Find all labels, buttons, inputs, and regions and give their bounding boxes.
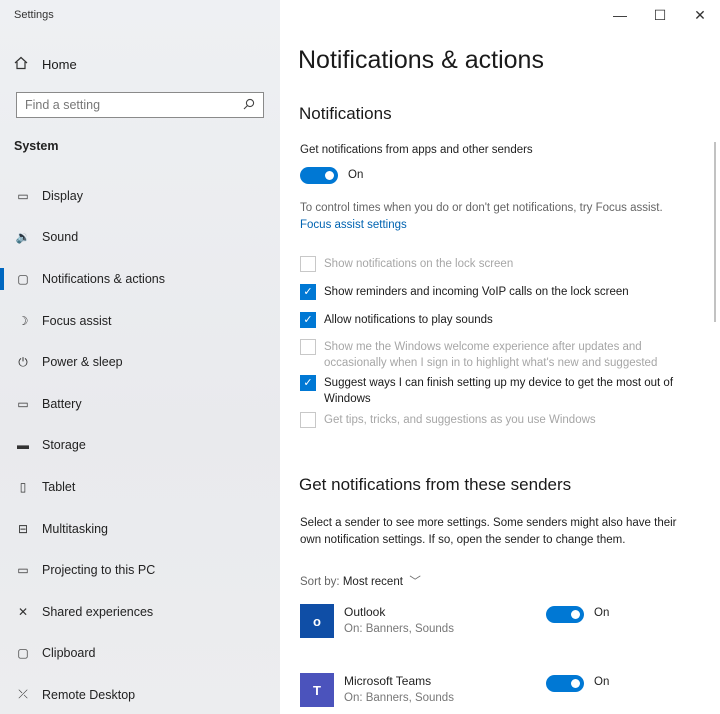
sender-status: On: Banners, Sounds [344,623,454,635]
sidebar-item-power-sleep[interactable]: ⏻ Power & sleep [0,341,280,383]
sender-outlook[interactable]: o Outlook On: Banners, Sounds On [300,602,700,642]
notification-option: Show notifications on the lock screen [300,256,690,272]
checkbox-checked[interactable]: ✓ [300,312,316,328]
search-input[interactable]: Find a setting [16,92,264,118]
home-icon [14,56,34,73]
sidebar: Settings Home Find a setting System ▭ Dis… [0,0,280,714]
focus-assist-hint: To control times when you do or don't ge… [300,202,663,214]
sidebar-item-label: Projecting to this PC [42,563,156,578]
notification-option: Get tips, tricks, and suggestions as you… [300,412,690,428]
checkbox-label: Suggest ways I can finish setting up my … [324,377,674,405]
sidebar-item-label: Storage [42,438,86,453]
multitasking-icon: ⊟ [17,521,29,536]
main-panel: — ☐ ✕ Notifications & actions Notificati… [280,0,720,714]
notifications-heading: Notifications [299,104,392,123]
get-notifications-label: Get notifications from apps and other se… [300,144,533,156]
projector-icon: ▭ [17,563,29,578]
notification-option: Show me the Windows welcome experience a… [300,339,690,371]
sender-toggle[interactable] [546,675,584,692]
sidebar-item-projecting-to-this-pc[interactable]: ▭ Projecting to this PC [0,549,280,591]
maximize-button[interactable]: ☐ [640,0,680,30]
sidebar-item-storage[interactable]: ▬ Storage [0,425,280,467]
power-icon: ⏻ [18,354,28,369]
checkbox-label: Allow notifications to play sounds [324,314,493,326]
sidebar-item-notifications-actions[interactable]: ▢ Notifications & actions [0,258,280,300]
home-nav-item[interactable]: Home [14,56,77,73]
home-label: Home [42,57,77,72]
checkbox-label: Get tips, tricks, and suggestions as you… [324,414,596,426]
sender-name: Outlook [344,605,386,619]
sidebar-item-label: Tablet [42,479,76,494]
sidebar-item-label: Remote Desktop [42,687,136,702]
remote-desktop-icon: ⤫ [18,687,28,702]
sidebar-item-battery[interactable]: ▭ Battery [0,383,280,425]
sender-toggle[interactable] [546,606,584,623]
senders-description: Select a sender to see more settings. So… [300,517,677,546]
sidebar-item-display[interactable]: ▭ Display [0,175,280,217]
sort-by-dropdown[interactable]: Sort by: Most recent ﹀ [300,573,421,589]
sidebar-item-label: Notifications & actions [42,271,165,286]
get-notifications-state: On [348,169,364,181]
senders-heading: Get notifications from these senders [299,475,572,494]
sidebar-item-sound[interactable]: 🔉 Sound [0,217,280,259]
sidebar-item-remote-desktop[interactable]: ⤫ Remote Desktop [0,674,280,714]
sidebar-item-label: Multitasking [42,521,108,536]
sort-by-label: Sort by: [300,576,340,588]
shared-icon: ✕ [17,604,29,619]
speaker-icon: 🔉 [15,230,31,245]
microsoft-teams-logo-icon: T [300,673,334,707]
sidebar-item-label: Sound [42,230,79,245]
search-placeholder: Find a setting [25,98,101,112]
sender-name: Microsoft Teams [344,674,432,688]
clipboard-icon: ▢ [17,646,29,661]
sidebar-item-focus-assist[interactable]: ☽ Focus assist [0,300,280,342]
checkbox-label: Show notifications on the lock screen [324,258,514,270]
moon-icon: ☽ [17,313,29,328]
checkbox-label: Show reminders and incoming VoIP calls o… [324,286,629,298]
minimize-button[interactable]: — [600,0,640,30]
sidebar-section-system: System [14,139,59,153]
sidebar-item-label: Battery [42,396,82,411]
focus-assist-link[interactable]: Focus assist settings [300,219,407,231]
sender-microsoft-teams[interactable]: T Microsoft Teams On: Banners, Sounds On [300,671,700,711]
sender-toggle-state: On [594,676,610,688]
sidebar-item-clipboard[interactable]: ▢ Clipboard [0,633,280,675]
monitor-icon: ▭ [17,188,29,203]
outlook-logo-icon: o [300,604,334,638]
sidebar-item-label: Clipboard [42,646,96,661]
sidebar-item-multitasking[interactable]: ⊟ Multitasking [0,508,280,550]
sidebar-item-label: Display [42,188,83,203]
checkbox-label: Show me the Windows welcome experience a… [324,341,658,369]
sort-by-value: Most recent [342,576,403,588]
sidebar-item-shared-experiences[interactable]: ✕ Shared experiences [0,591,280,633]
battery-icon: ▭ [17,396,29,411]
notification-icon: ▢ [17,271,29,286]
notification-option[interactable]: ✓ Suggest ways I can finish setting up my… [300,375,690,407]
chevron-down-icon: ﹀ [406,576,421,588]
sender-status: On: Banners, Sounds [344,692,454,704]
scrollbar[interactable] [714,142,716,322]
get-notifications-toggle[interactable] [300,167,338,184]
sidebar-nav: ▭ Display 🔉 Sound ▢ Notifications & actions ☽ F… [0,175,280,714]
page-title: Notifications & actions [298,46,544,74]
notification-option[interactable]: ✓ Show reminders and incoming VoIP calls … [300,284,690,300]
sidebar-item-label: Focus assist [42,313,112,328]
sidebar-item-tablet[interactable]: ▯ Tablet [0,466,280,508]
window-controls: — ☐ ✕ [600,0,720,30]
tablet-icon: ▯ [19,479,27,494]
checkbox-checked[interactable]: ✓ [300,284,316,300]
sidebar-item-label: Power & sleep [42,355,123,370]
checkbox-checked[interactable]: ✓ [300,375,316,391]
close-button[interactable]: ✕ [680,0,720,30]
app-title: Settings [14,9,54,21]
sidebar-item-label: Shared experiences [42,604,154,619]
checkbox-unchecked [300,256,316,272]
notification-option[interactable]: ✓ Allow notifications to play sounds [300,312,690,328]
checkbox-unchecked [300,412,316,428]
storage-icon: ▬ [17,438,29,453]
checkbox-unchecked [300,339,316,355]
search-icon[interactable] [243,98,255,113]
sender-toggle-state: On [594,607,610,619]
